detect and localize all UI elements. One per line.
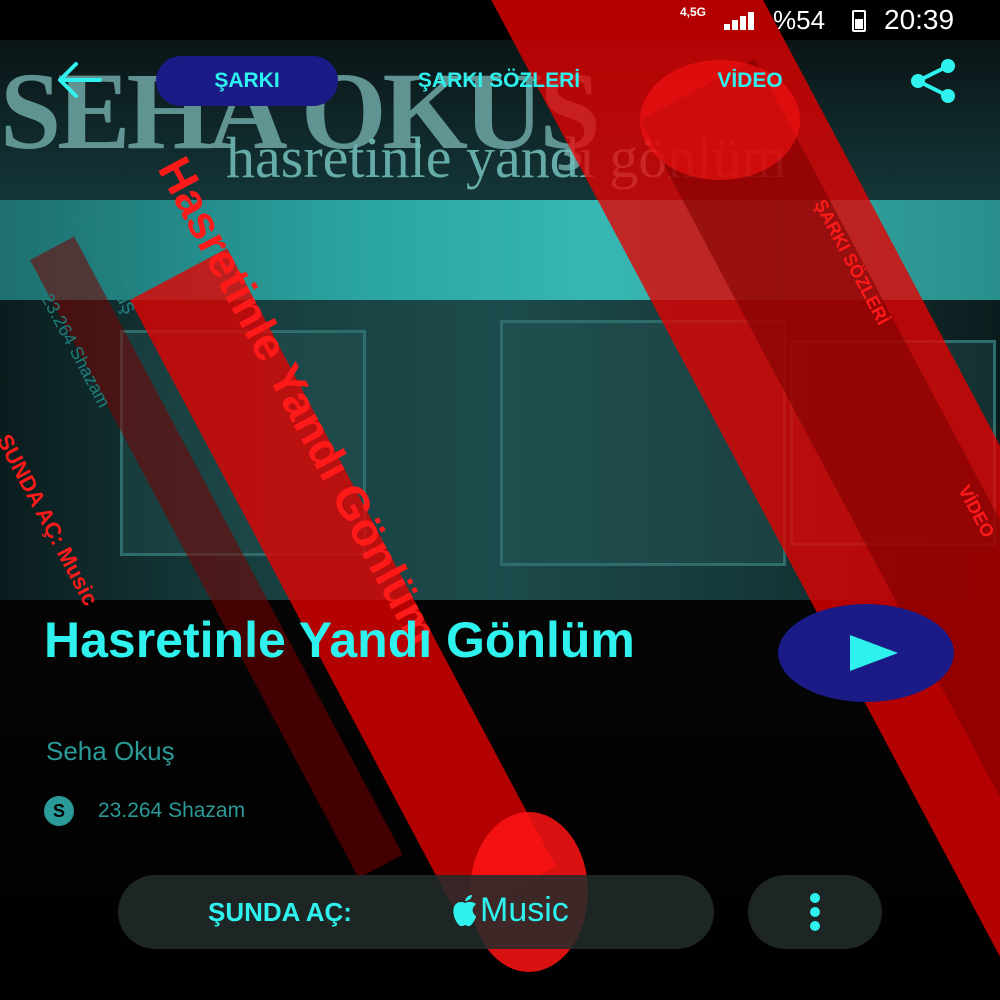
- back-arrow-icon: [58, 62, 102, 98]
- tab-lyrics[interactable]: ŞARKI SÖZLERİ: [366, 56, 632, 106]
- more-dot-icon: [810, 907, 820, 917]
- apple-logo-icon: [453, 895, 476, 927]
- artist-name[interactable]: Seha Okuş: [46, 736, 175, 767]
- shazam-count: 23.264 Shazam: [98, 799, 246, 822]
- play-button[interactable]: [778, 604, 954, 702]
- song-screen: SEHA OKUŞ hasretinle yandı gönlüm Hasret…: [0, 0, 1000, 1000]
- song-title: Hasretinle Yandı Gönlüm: [44, 612, 635, 668]
- signal-icon: [724, 10, 760, 30]
- tab-video[interactable]: VİDEO: [680, 56, 820, 106]
- more-dot-icon: [810, 893, 820, 903]
- back-button[interactable]: [52, 58, 108, 102]
- network-indicator: 4,5G: [680, 5, 707, 19]
- share-icon: [911, 59, 955, 103]
- more-options-button[interactable]: [748, 875, 882, 949]
- music-service-name: Music: [480, 891, 569, 929]
- battery-icon: [852, 10, 866, 32]
- tab-song[interactable]: ŞARKI: [156, 56, 338, 106]
- top-nav: ŞARKI ŞARKI SÖZLERİ VİDEO: [0, 48, 1000, 112]
- play-icon: [850, 635, 898, 671]
- more-dot-icon: [810, 921, 820, 931]
- clock: 20:39: [884, 4, 955, 35]
- shazam-icon: S: [44, 796, 74, 826]
- open-in-apple-music-button[interactable]: ŞUNDA AÇ: Music: [118, 875, 714, 949]
- status-bar: 4,5G %54 20:39: [0, 0, 1000, 40]
- open-in-label: ŞUNDA AÇ:: [208, 897, 352, 927]
- album-artwork-background: SEHA OKUŞ hasretinle yandı gönlüm Hasret…: [0, 0, 1000, 1000]
- battery-percent: %54: [773, 5, 826, 35]
- share-button[interactable]: [904, 58, 962, 104]
